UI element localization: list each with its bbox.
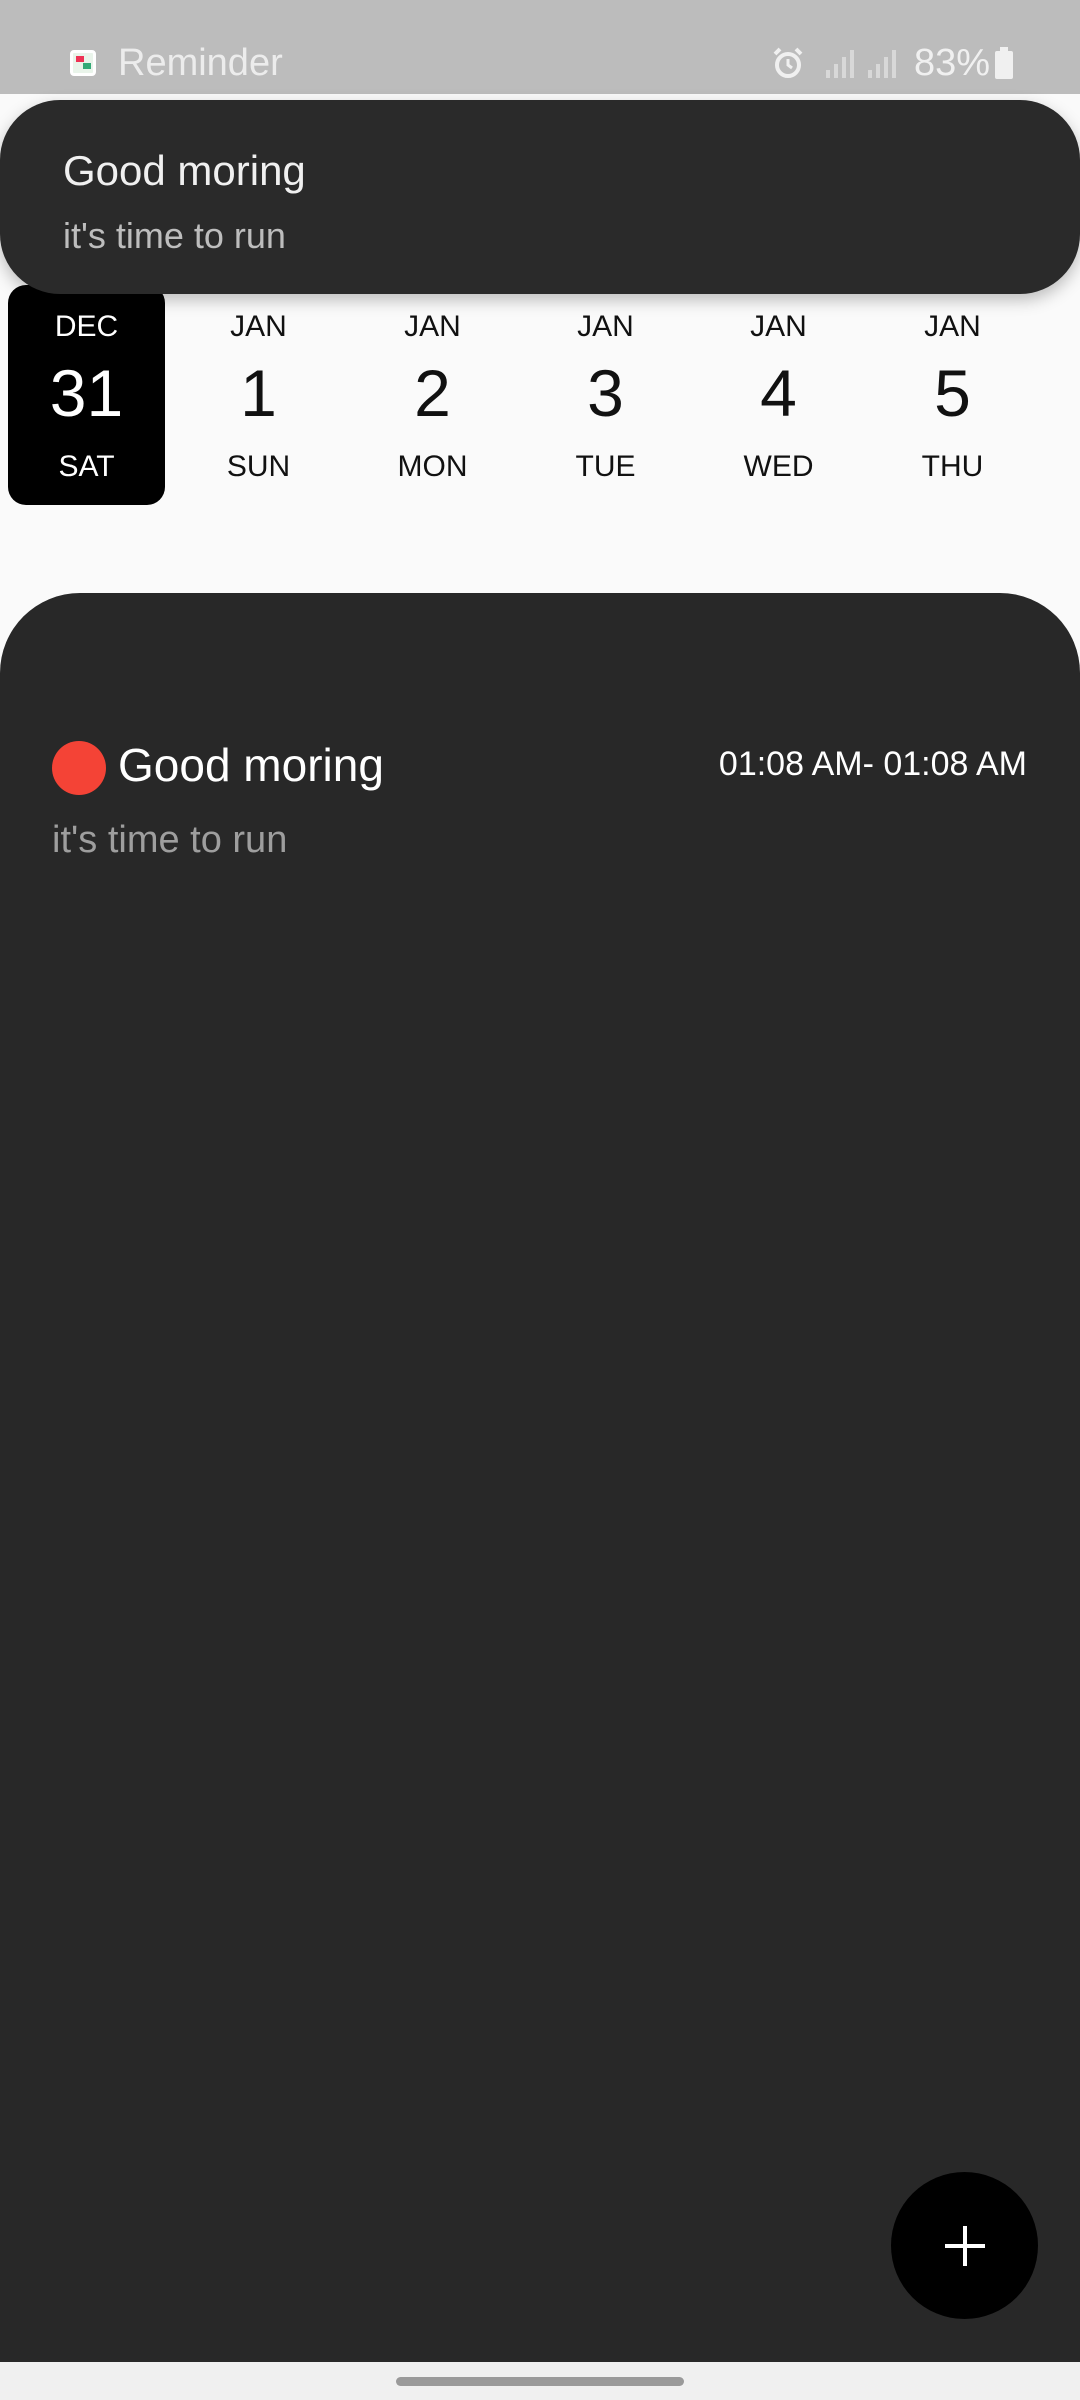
signal-icon	[825, 50, 854, 78]
status-bar: Reminder 83%	[0, 0, 1080, 94]
date-day: 4	[760, 356, 797, 430]
date-item-jan-3[interactable]: JAN 3 TUE	[527, 285, 684, 505]
date-weekday: THU	[921, 450, 984, 483]
status-icons: 83%	[770, 38, 1014, 88]
date-day: 3	[587, 356, 624, 430]
date-day: 31	[49, 356, 124, 430]
navigation-bar	[0, 2362, 1080, 2400]
reminder-time: 01:08 AM- 01:08 AM	[718, 745, 1027, 783]
date-weekday: SAT	[58, 450, 115, 483]
date-weekday: TUE	[575, 450, 636, 483]
date-month: JAN	[924, 310, 981, 343]
notification-body: it's time to run	[63, 215, 286, 256]
date-strip: DEC 31 SAT JAN 1 SUN JAN 2 MON JAN 3 TUE…	[0, 285, 1080, 505]
date-day: 1	[240, 356, 277, 430]
event-color-dot	[52, 741, 106, 795]
date-item-jan-1[interactable]: JAN 1 SUN	[180, 285, 337, 505]
date-month: JAN	[750, 310, 807, 343]
date-weekday: MON	[397, 450, 468, 483]
date-item-jan-5[interactable]: JAN 5 THU	[874, 285, 1031, 505]
date-month: JAN	[404, 310, 461, 343]
date-weekday: WED	[743, 450, 814, 483]
date-month: JAN	[577, 310, 634, 343]
app-icon	[70, 50, 96, 76]
notification-title: Good moring	[63, 147, 306, 194]
reminder-screen: Reminder 83% Good moring it's time to ru…	[0, 0, 1080, 2400]
date-weekday: SUN	[226, 450, 291, 483]
date-month: JAN	[230, 310, 287, 343]
home-handle[interactable]	[396, 2377, 684, 2386]
date-day: 2	[414, 356, 451, 430]
reminder-title: Good moring	[118, 739, 384, 791]
date-day: 5	[934, 356, 971, 430]
battery-percentage: 83%	[913, 41, 990, 84]
status-app-name: Reminder	[118, 42, 283, 84]
date-item-dec-31[interactable]: DEC 31 SAT	[8, 285, 165, 505]
signal-icon	[867, 50, 896, 78]
date-item-jan-4[interactable]: JAN 4 WED	[700, 285, 857, 505]
plus-icon	[944, 2225, 985, 2266]
date-item-jan-2[interactable]: JAN 2 MON	[354, 285, 511, 505]
add-reminder-button[interactable]	[891, 2172, 1038, 2319]
date-month: DEC	[54, 310, 119, 343]
reminder-description: it's time to run	[52, 819, 288, 861]
battery-icon	[995, 47, 1013, 79]
alarm-icon	[773, 47, 803, 78]
reminder-item[interactable]: Good moring 01:08 AM- 01:08 AM it's time…	[52, 735, 1027, 875]
